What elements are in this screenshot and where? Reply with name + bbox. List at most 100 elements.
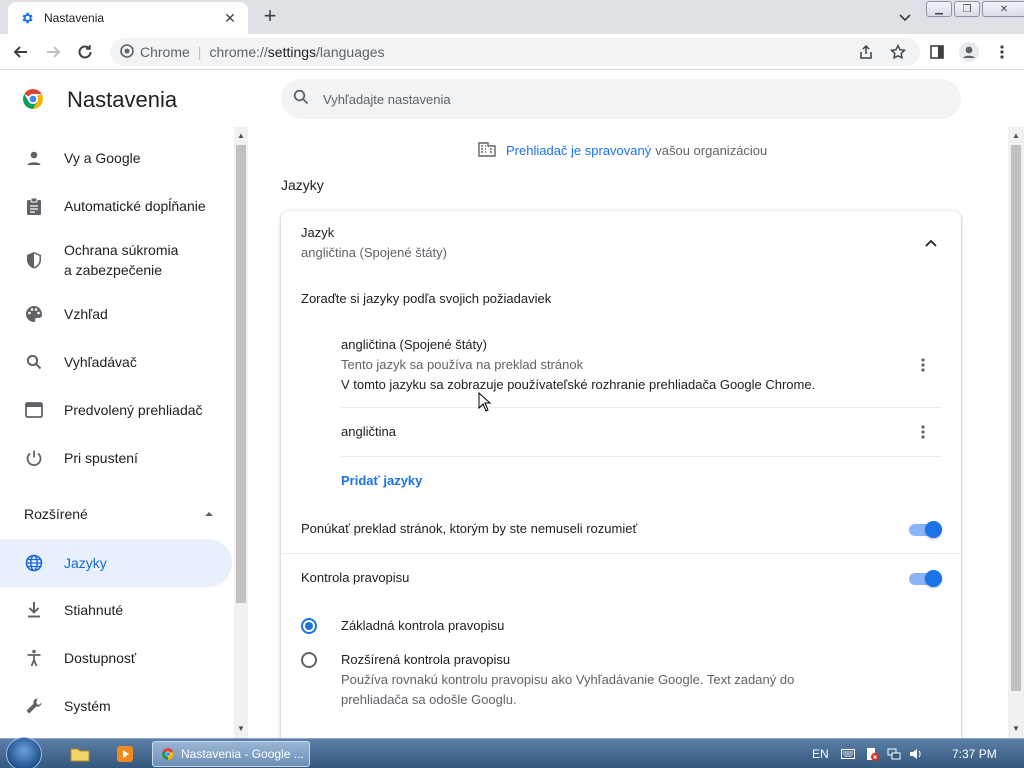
- settings-header: Nastavenia: [0, 71, 1024, 127]
- language-item-note: V tomto jazyku sa zobrazuje používateľsk…: [341, 377, 816, 392]
- taskbar-chrome-task[interactable]: Nastavenia - Google ...: [152, 741, 310, 767]
- language-item-name: angličtina (Spojené štáty): [341, 337, 487, 352]
- advanced-section-toggle[interactable]: Rozšírené: [24, 506, 214, 522]
- media-player-icon[interactable]: [116, 741, 138, 767]
- profile-avatar-icon[interactable]: [958, 41, 980, 63]
- managed-link[interactable]: Prehliadač je spravovaný: [506, 143, 651, 158]
- tab-strip: Nastavenia ✕ + ▁ ❐ ✕: [0, 0, 1024, 34]
- advanced-section-label: Rozšírené: [24, 506, 88, 522]
- browser-toolbar: Chrome | chrome://settings/languages: [0, 34, 1024, 70]
- download-icon: [24, 600, 44, 620]
- omnibox-site: Chrome: [140, 44, 190, 60]
- sidebar-item-on-startup[interactable]: Pri spustení: [0, 448, 232, 468]
- forward-arrow-icon[interactable]: [42, 41, 64, 63]
- side-panel-icon[interactable]: [926, 41, 948, 63]
- search-icon: [24, 352, 44, 372]
- sidebar-item-default-browser[interactable]: Predvolený prehliadač: [0, 400, 232, 420]
- network-icon[interactable]: [887, 747, 901, 761]
- enhanced-spellcheck-desc: Používa rovnakú kontrolu pravopisu ako V…: [341, 672, 795, 687]
- close-window-button[interactable]: ✕: [982, 1, 1024, 17]
- keyboard-icon[interactable]: [840, 749, 855, 759]
- spellcheck-toggle[interactable]: [909, 570, 942, 587]
- sidebar-item-search-engine[interactable]: Vyhľadávač: [0, 352, 232, 372]
- share-icon[interactable]: [855, 41, 877, 63]
- chrome-site-icon: [120, 43, 134, 61]
- language-header: Jazyk: [301, 225, 335, 240]
- managed-notice: Prehliadač je spravovaný vašou organizác…: [478, 141, 767, 160]
- tab-title: Nastavenia: [44, 11, 105, 25]
- building-icon: [478, 141, 496, 160]
- action-center-icon[interactable]: [865, 747, 879, 761]
- person-icon: [24, 148, 44, 168]
- chevron-up-icon[interactable]: [921, 233, 941, 253]
- settings-search[interactable]: [281, 79, 961, 119]
- reload-icon[interactable]: [74, 41, 96, 63]
- divider: [341, 456, 941, 457]
- caret-up-icon: [204, 506, 214, 522]
- settings-main: Prehliadač je spravovaný vašou organizác…: [248, 127, 1008, 738]
- sidebar-item-label: Jazyky: [64, 555, 107, 571]
- order-languages-text: Zoraďte si jazyky podľa svojich požiadav…: [301, 291, 552, 306]
- tab-close-icon[interactable]: ✕: [222, 10, 238, 27]
- divider: [281, 553, 961, 554]
- sidebar-item-label: Vy a Google: [64, 150, 141, 166]
- scroll-up-icon[interactable]: ▲: [1009, 129, 1023, 143]
- taskbar-task-label: Nastavenia - Google ...: [181, 747, 304, 761]
- sidebar-item-system[interactable]: Systém: [0, 696, 232, 716]
- sidebar-item-autofill[interactable]: Automatické dopĺňanie: [0, 196, 232, 216]
- accessibility-icon: [24, 648, 44, 668]
- enhanced-spellcheck-radio[interactable]: [301, 652, 317, 668]
- main-scrollbar[interactable]: ▲ ▼: [1008, 127, 1024, 738]
- maximize-button[interactable]: ❐: [954, 1, 980, 17]
- bookmark-star-icon[interactable]: [887, 41, 909, 63]
- more-vert-icon[interactable]: [913, 422, 933, 442]
- address-bar[interactable]: Chrome | chrome://settings/languages: [110, 38, 920, 66]
- sidebar-item-you-and-google[interactable]: Vy a Google: [0, 148, 232, 168]
- file-explorer-icon[interactable]: [70, 741, 92, 767]
- clipboard-icon: [24, 196, 44, 216]
- language-indicator[interactable]: EN: [812, 747, 829, 761]
- enhanced-spellcheck-desc: prehliadača sa odošle Googlu.: [341, 692, 517, 707]
- tab-search-icon[interactable]: [894, 6, 916, 28]
- sidebar-item-downloads[interactable]: Stiahnuté: [0, 600, 232, 620]
- sidebar-scrollbar[interactable]: ▲ ▼: [234, 127, 248, 738]
- palette-icon: [24, 304, 44, 324]
- sidebar-item-privacy[interactable]: Ochrana súkromia a zabezpečenie: [0, 240, 232, 280]
- minimize-button[interactable]: ▁: [926, 1, 952, 17]
- sidebar-item-accessibility[interactable]: Dostupnosť: [0, 648, 232, 668]
- search-input[interactable]: [323, 91, 923, 107]
- main-scroll-thumb[interactable]: [1011, 145, 1021, 691]
- start-button[interactable]: [6, 737, 42, 768]
- search-icon: [293, 89, 309, 110]
- sidebar-item-label: Stiahnuté: [64, 602, 124, 618]
- scroll-down-icon[interactable]: ▼: [234, 722, 248, 736]
- basic-spellcheck-label: Základná kontrola pravopisu: [341, 618, 505, 633]
- offer-translate-toggle[interactable]: [909, 521, 942, 538]
- window-controls: ▁ ❐ ✕: [926, 1, 1024, 17]
- menu-kebab-icon[interactable]: [991, 41, 1013, 63]
- browser-icon: [24, 400, 44, 420]
- chrome-logo-icon: [21, 87, 45, 111]
- sidebar-item-languages[interactable]: Jazyky: [0, 539, 232, 587]
- add-languages-button[interactable]: Pridať jazyky: [341, 473, 422, 488]
- divider: [341, 407, 941, 408]
- tab-settings[interactable]: Nastavenia ✕: [8, 2, 248, 34]
- clock[interactable]: 7:37 PM: [952, 747, 997, 761]
- spellcheck-label: Kontrola pravopisu: [301, 570, 410, 585]
- sidebar-scroll-thumb[interactable]: [236, 145, 246, 603]
- managed-text: vašou organizáciou: [655, 143, 768, 158]
- volume-icon[interactable]: [909, 747, 923, 761]
- more-vert-icon[interactable]: [913, 355, 933, 375]
- scroll-up-icon[interactable]: ▲: [234, 129, 248, 143]
- sidebar-item-label: Pri spustení: [64, 450, 138, 466]
- sidebar-item-appearance[interactable]: Vzhľad: [0, 304, 232, 324]
- section-title: Jazyky: [281, 177, 324, 193]
- sidebar: Vy a Google Automatické dopĺňanie Ochran…: [0, 134, 234, 738]
- new-tab-button[interactable]: +: [258, 4, 282, 28]
- system-tray: EN: [812, 739, 923, 768]
- back-arrow-icon[interactable]: [10, 41, 32, 63]
- scroll-down-icon[interactable]: ▼: [1009, 722, 1023, 736]
- chrome-logo-icon: [161, 747, 175, 761]
- basic-spellcheck-radio[interactable]: [301, 618, 317, 634]
- globe-icon: [24, 553, 44, 573]
